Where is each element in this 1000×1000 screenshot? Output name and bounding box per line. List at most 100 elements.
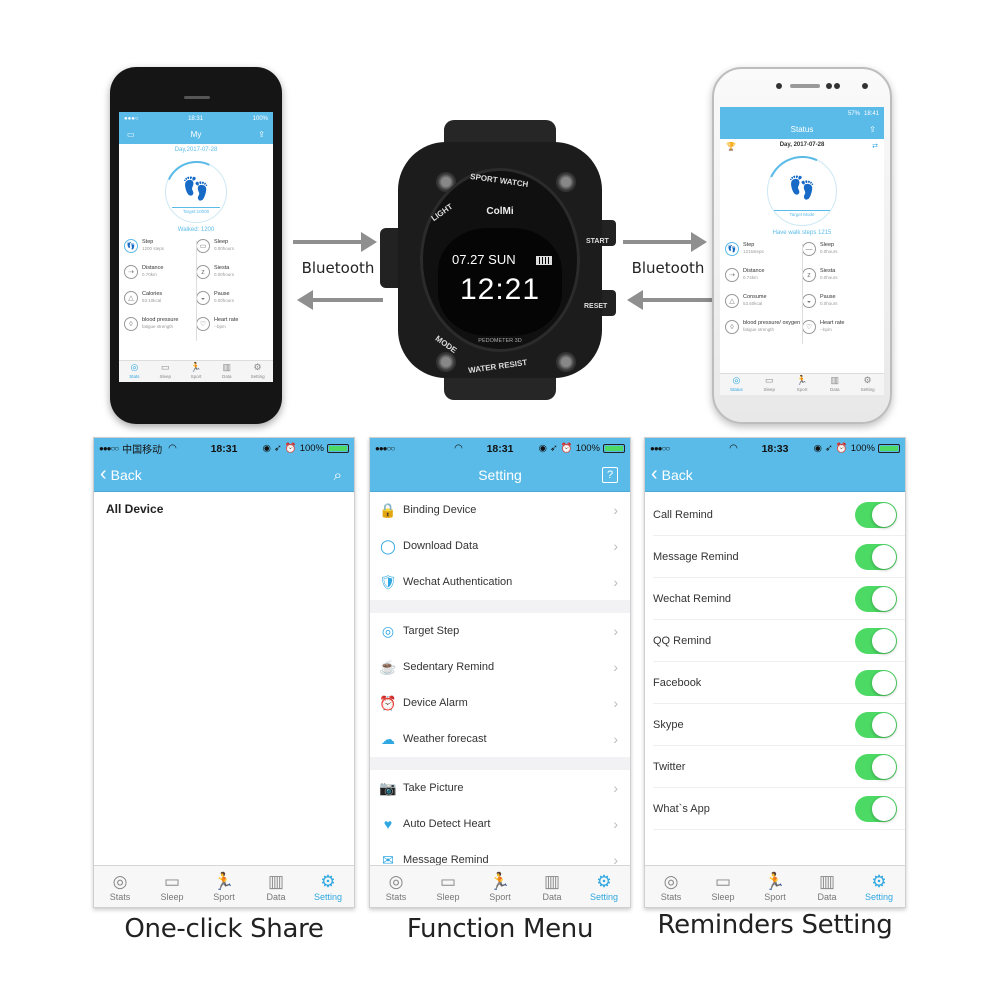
upload-icon[interactable]: ⇪ (258, 130, 265, 139)
tab-sleep[interactable]: ▭ Sleep (146, 866, 198, 907)
stat-item[interactable]: ▭ Sleep 0.00hours (196, 239, 268, 265)
bed-icon: ▭ (160, 362, 170, 372)
tab-data[interactable]: ▥ Data (801, 866, 853, 907)
toggle-row-twitter: Twitter (653, 746, 905, 788)
section-divider (370, 600, 630, 613)
tab-setting[interactable]: ⚙ Setting (578, 866, 630, 907)
stat-title: Consume (743, 294, 767, 300)
stat-value: 0.0hours (820, 248, 838, 254)
gear-icon: ⚙ (320, 871, 336, 891)
upload-icon[interactable]: ⇪ (869, 125, 876, 134)
android-status-bar: 57% 18:41 (720, 107, 884, 120)
menu-group: 📷 Take Picture › ♥ Auto Detect Heart › ✉ Messag… (370, 770, 630, 878)
device-icon[interactable]: ▭ (127, 130, 135, 139)
back-button[interactable]: ‹ Back (100, 464, 142, 484)
toggle-switch[interactable] (855, 627, 897, 654)
nav-bar: ‹ Back ⌕ (94, 459, 354, 492)
arrow-right-icon (293, 232, 377, 252)
mini-tab-sleep[interactable]: ▭ Sleep (150, 361, 181, 382)
toggle-switch[interactable] (855, 585, 897, 612)
tab-setting[interactable]: ⚙ Setting (302, 866, 354, 907)
menu-item-weather-forecast[interactable]: ☁ Weather forecast › (370, 721, 630, 757)
menu-item-device-alarm[interactable]: ⏰ Device Alarm › (370, 685, 630, 721)
stat-value: 53.10kcal (142, 297, 162, 303)
android-speaker (790, 84, 820, 88)
stat-text: Calories 53.10kcal (142, 291, 162, 303)
menu-item-download-data[interactable]: ◯ Download Data › (370, 528, 630, 564)
mini-tab-stats[interactable]: ◎ Stats (119, 361, 150, 382)
menu-item-auto-detect-heart[interactable]: ♥ Auto Detect Heart › (370, 806, 630, 842)
stat-item[interactable]: ◊ blood pressure/ oxygen fatigue strength (725, 320, 802, 346)
iphone-screen: ●●●○ 18:31 100% ▭ My ⇪ Day,2017-07-28 👣 … (119, 112, 273, 382)
toggle-switch[interactable] (855, 669, 897, 696)
toggle-switch[interactable] (855, 543, 897, 570)
menu-item-wechat-authentication[interactable]: 🛡 Wechat Authentication › (370, 564, 630, 600)
calories-icon: △ (124, 291, 138, 305)
mini-tab-label: Sport (796, 387, 808, 392)
menu-item-sedentary-remind[interactable]: ☕ Sedentary Remind › (370, 649, 630, 685)
tab-sport[interactable]: 🏃 Sport (749, 866, 801, 907)
mini-tab-status[interactable]: ◎ Status (720, 374, 753, 395)
mini-tab-sport[interactable]: 🏃 Sport (786, 374, 819, 395)
menu-item-take-picture[interactable]: 📷 Take Picture › (370, 770, 630, 806)
tab-sleep[interactable]: ▭ Sleep (697, 866, 749, 907)
stat-item[interactable]: — Sleep 0.0hours (802, 242, 879, 268)
stat-item[interactable]: ⇢ Distance 0.70km (124, 265, 196, 291)
menu-item-label: Device Alarm (403, 697, 468, 709)
share-icon[interactable]: ⇄ (872, 142, 878, 150)
tab-sleep[interactable]: ▭ Sleep (422, 866, 474, 907)
back-button[interactable]: ‹ Back (651, 464, 693, 484)
mini-tab-sleep[interactable]: ▭ Sleep (753, 374, 786, 395)
stat-item[interactable]: ♡ Heart rate --bpm (802, 320, 879, 346)
stat-item[interactable]: ⇢ Distance 0.74km (725, 268, 802, 294)
mini-tab-label: Setting (250, 374, 265, 379)
stat-item[interactable]: z Siesta 0.0hours (802, 268, 879, 294)
toggle-label: What`s App (653, 802, 710, 815)
help-icon[interactable]: ? (602, 467, 618, 483)
tab-stats[interactable]: ◎ Stats (94, 866, 146, 907)
toggle-switch[interactable] (855, 795, 897, 822)
tab-sport[interactable]: 🏃 Sport (474, 866, 526, 907)
stat-item[interactable]: ♡ Heart rate --bpm (196, 317, 268, 343)
tab-stats[interactable]: ◎ Stats (645, 866, 697, 907)
rotation-lock-icon: ◉ (813, 443, 822, 454)
mini-tab-label: Sport (190, 374, 202, 379)
mini-tab-setting[interactable]: ⚙ Setting (242, 361, 273, 382)
search-icon[interactable]: ⌕ (334, 467, 342, 484)
tab-data[interactable]: ▥ Data (250, 866, 302, 907)
tab-stats[interactable]: ◎ Stats (370, 866, 422, 907)
tab-setting[interactable]: ⚙ Setting (853, 866, 905, 907)
stat-item[interactable]: ◒ Pause 0.0hours (802, 294, 879, 320)
stat-item[interactable]: △ Consume 53.60kcal (725, 294, 802, 320)
mini-tab-data[interactable]: ▥ Data (818, 374, 851, 395)
bar-chart-icon: ▥ (818, 871, 836, 891)
menu-item-label: Download Data (403, 540, 479, 552)
stat-item[interactable]: ◒ Pause 0.00hours (196, 291, 268, 317)
android-sensor (826, 83, 832, 89)
status-bar: ●●●○○ ◠ 18:33 ◉ ➶ ⏰ 100% (645, 438, 905, 459)
stat-item[interactable]: ◊ blood pressure fatigue strength (124, 317, 196, 343)
tab-sport[interactable]: 🏃 Sport (198, 866, 250, 907)
stat-item[interactable]: z Siesta 0.00hours (196, 265, 268, 291)
stat-item[interactable]: △ Calories 53.10kcal (124, 291, 196, 317)
smart-watch: SPORT WATCH LIGHT START RESET MODE WATER… (380, 120, 620, 400)
tab-data[interactable]: ▥ Data (526, 866, 578, 907)
toggle-switch[interactable] (855, 501, 897, 528)
mini-tab-sport[interactable]: 🏃 Sport (181, 361, 212, 382)
watch-battery-icon (536, 256, 552, 265)
runner-icon: 🏃 (764, 871, 786, 891)
menu-item-target-step[interactable]: ◎ Target Step › (370, 613, 630, 649)
mini-tab-setting[interactable]: ⚙ Setting (851, 374, 884, 395)
trophy-icon[interactable]: 🏆 (726, 142, 736, 151)
mini-tab-data[interactable]: ▥ Data (211, 361, 242, 382)
stat-item[interactable]: 👣 Step 1200 steps (124, 239, 196, 265)
watch-pedometer-label: PEDOMETER 3D (478, 338, 522, 344)
menu-item-binding-device[interactable]: 🔒 Binding Device › (370, 492, 630, 528)
menu-item-label: Weather forecast (403, 733, 487, 745)
iphone-stats-grid: 👣 Step 1200 steps ▭ Sleep 0.00hours ⇢ Distance 0… (119, 239, 273, 343)
toggle-switch[interactable] (855, 711, 897, 738)
rotation-lock-icon: ◉ (262, 443, 271, 454)
stat-value: 0.00hours (214, 245, 235, 251)
stat-item[interactable]: 👣 Step 1215steps (725, 242, 802, 268)
toggle-switch[interactable] (855, 753, 897, 780)
